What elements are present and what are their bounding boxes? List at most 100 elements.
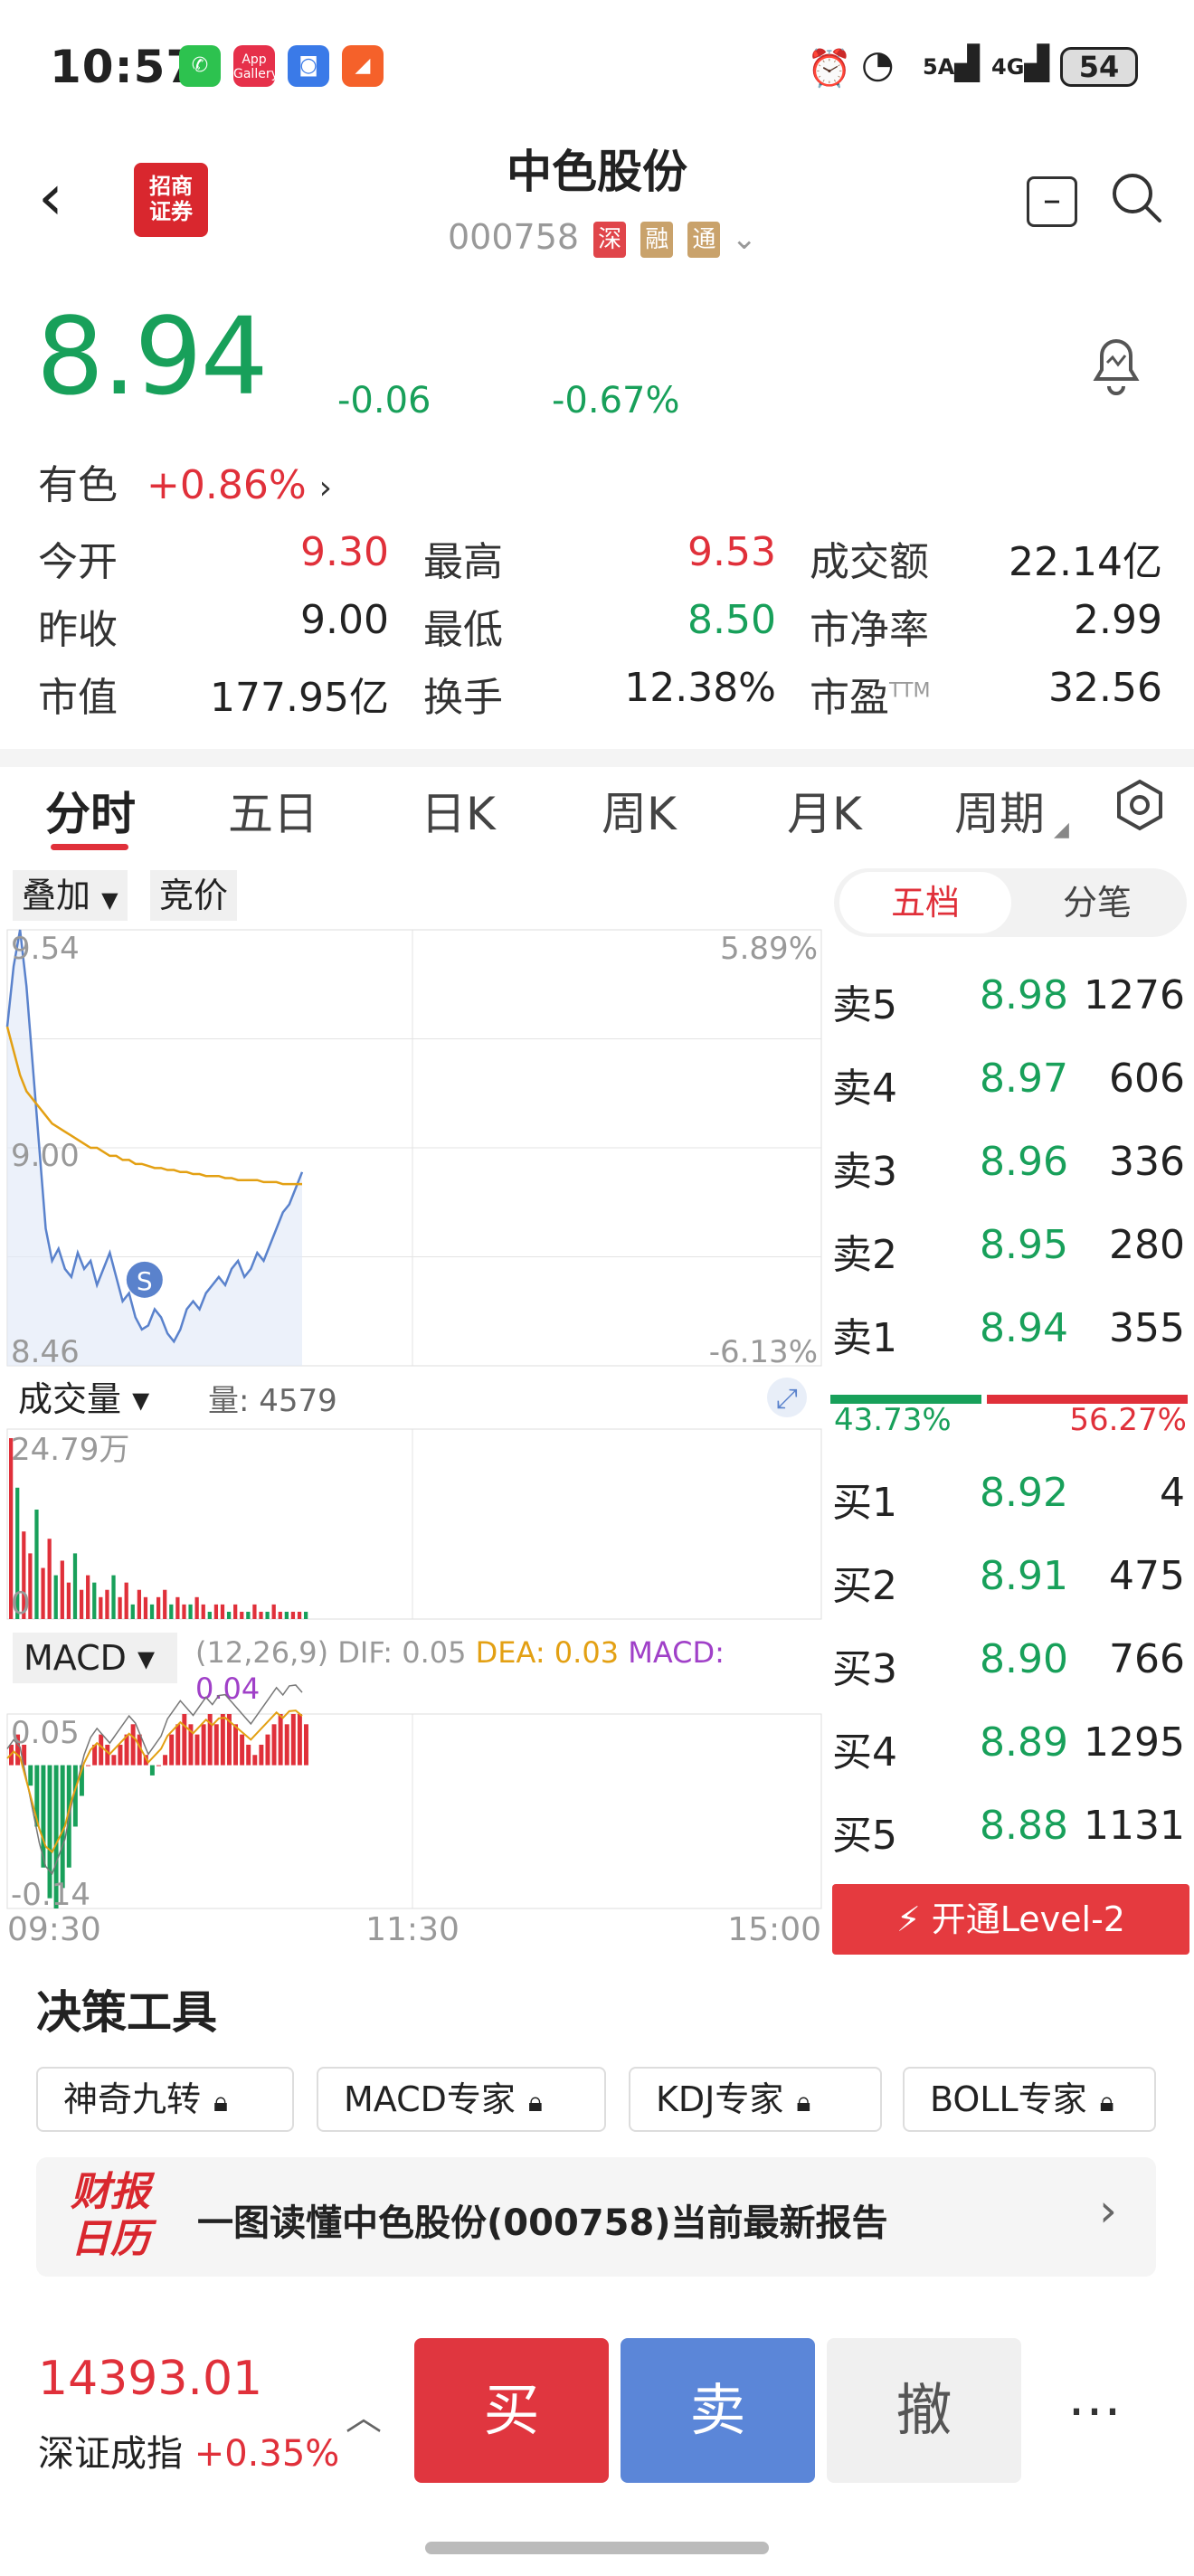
buy-button[interactable]: 买	[414, 2338, 609, 2483]
settings-icon[interactable]	[1113, 778, 1167, 832]
volume-bar	[220, 1604, 225, 1619]
report-text: 一图读懂中色股份(000758)当前最新报告	[197, 2202, 888, 2244]
asks-row-2[interactable]: 卖3 8.96 336	[832, 1139, 1194, 1220]
asks-volume: 336	[1109, 1139, 1185, 1185]
stock-code-row[interactable]: 000758 深 融 通 ⌄	[448, 217, 757, 258]
volume-bar	[41, 1567, 45, 1619]
macd-bar	[252, 1755, 258, 1766]
bids-volume: 1131	[1084, 1803, 1185, 1849]
search-icon[interactable]	[1111, 172, 1163, 224]
volume-bar	[105, 1589, 109, 1619]
tab-0[interactable]: 分时	[45, 778, 136, 843]
corner-triangle-icon: ◢	[1054, 819, 1069, 841]
volume-value: 量: 4579	[208, 1383, 337, 1419]
macd-bar	[201, 1724, 206, 1766]
expand-glyph: ⤢	[776, 1383, 798, 1415]
sell-button[interactable]: 卖	[621, 2338, 815, 2483]
price-alert-icon[interactable]	[1084, 330, 1149, 395]
bids-volume: 475	[1109, 1553, 1185, 1599]
bids-row-0[interactable]: 买1 8.92 4	[832, 1470, 1194, 1551]
tool-chip-0[interactable]: 神奇九转 🔒︎	[36, 2067, 294, 2132]
tool-chip-label: MACD专家	[344, 2079, 516, 2119]
asks-label: 卖4	[832, 1065, 897, 1112]
bids-row-4[interactable]: 买5 8.88 1131	[832, 1803, 1194, 1884]
price-change-pct: -0.67%	[552, 380, 680, 421]
bids-volume: 1295	[1084, 1719, 1185, 1766]
volume-min-label: 0	[11, 1586, 31, 1622]
bids-row-2[interactable]: 买3 8.90 766	[832, 1636, 1194, 1718]
report-calendar-logo: 财报 日历	[71, 2169, 170, 2263]
volume-bar	[86, 1575, 90, 1619]
tool-chip-label: BOLL专家	[930, 2079, 1087, 2119]
tool-chip-1[interactable]: MACD专家 🔒︎	[317, 2067, 606, 2132]
bids-row-3[interactable]: 买4 8.89 1295	[832, 1719, 1194, 1801]
pct-low-label: -6.13%	[709, 1334, 818, 1370]
app-icon-blue: ◙	[288, 45, 329, 87]
minimize-icon[interactable]: –	[1027, 176, 1077, 227]
more-icon[interactable]: ⋯	[1067, 2379, 1122, 2442]
index-row[interactable]: 深证成指 +0.35%	[38, 2424, 339, 2477]
signal-4g-icon: 4G▟	[991, 45, 1050, 82]
asks-label: 卖3	[832, 1149, 897, 1195]
volume-bar	[188, 1604, 193, 1619]
asks-row-0[interactable]: 卖5 8.98 1276	[832, 972, 1194, 1054]
auction-toggle[interactable]: 竞价	[150, 870, 238, 921]
chevron-up-icon[interactable]: ︿	[346, 2388, 382, 2440]
asks-price: 8.98	[980, 972, 1068, 1018]
battery-level: 54	[1078, 50, 1120, 84]
home-indicator[interactable]	[425, 2542, 769, 2554]
stock-code: 000758	[448, 217, 580, 257]
cancel-button[interactable]: 撤	[827, 2338, 1021, 2483]
bids-row-1[interactable]: 买2 8.91 475	[832, 1553, 1194, 1634]
asks-price: 8.96	[980, 1139, 1068, 1185]
bids-price: 8.90	[980, 1636, 1068, 1682]
macd-bar	[213, 1724, 219, 1766]
asks-row-1[interactable]: 卖4 8.97 606	[832, 1056, 1194, 1137]
asks-row-4[interactable]: 卖1 8.94 355	[832, 1305, 1194, 1387]
bids-label: 买1	[832, 1480, 897, 1526]
asks-volume: 1276	[1084, 972, 1185, 1018]
app-gallery-icon: App Gallery	[233, 45, 279, 87]
tab-3[interactable]: 周K	[602, 778, 677, 843]
macd-bar	[28, 1765, 33, 1786]
stat-value-1: 9.53	[687, 529, 776, 575]
pe-ttm-label: TTM	[889, 679, 931, 703]
volume-bar	[149, 1604, 155, 1619]
tool-chip-2[interactable]: KDJ专家 🔒︎	[629, 2067, 882, 2132]
macd-bar	[246, 1744, 251, 1766]
pct-high-label: 5.89%	[720, 931, 818, 967]
tab-1[interactable]: 五日	[228, 778, 318, 843]
report-logo-top: 财报	[71, 2169, 150, 2215]
tab-4[interactable]: 月K	[787, 778, 862, 843]
level2-button[interactable]: ⚡ 开通Level-2	[832, 1884, 1189, 1955]
sector-row[interactable]: 有色 +0.86% ›	[38, 452, 332, 510]
intraday-chart[interactable]: S 9.54 9.00 8.46 5.89% -6.13% 成交量 ▾ 量: 4579 ⤢ 24.…	[0, 923, 828, 1945]
y-high-label: 9.54	[11, 931, 80, 967]
volume-bar	[163, 1589, 167, 1619]
tab-ticks[interactable]: 分笔	[1011, 872, 1183, 933]
volume-bar	[92, 1582, 97, 1619]
asks-row-3[interactable]: 卖2 8.95 280	[832, 1222, 1194, 1303]
volume-bar	[124, 1582, 128, 1619]
tool-chip-3[interactable]: BOLL专家 🔒︎	[903, 2067, 1156, 2132]
chevron-right-icon: ›	[1099, 2184, 1117, 2237]
tab-5[interactable]: 周期	[954, 778, 1045, 843]
volume-bar	[169, 1604, 174, 1619]
macd-bar	[297, 1714, 302, 1766]
stat-label-8: 市盈TTM	[810, 675, 931, 721]
signal-5g-label: 5A	[923, 54, 955, 80]
macd-min-label: -0.14	[11, 1877, 90, 1913]
volume-bar	[290, 1611, 296, 1619]
macd-bar	[105, 1744, 110, 1766]
battery-icon: 54	[1060, 47, 1138, 87]
volume-bar	[34, 1509, 39, 1619]
sell-ratio: 56.27%	[1069, 1402, 1187, 1438]
overlay-dropdown[interactable]: 叠加 ▼	[13, 870, 128, 921]
tab-five-levels[interactable]: 五档	[839, 872, 1011, 933]
tab-2[interactable]: 日K	[421, 778, 496, 843]
macd-bar	[240, 1734, 245, 1766]
volume-max-label: 24.79万	[11, 1432, 129, 1468]
bids-volume: 4	[1160, 1470, 1185, 1516]
macd-bar	[278, 1714, 283, 1766]
volume-bar	[156, 1596, 161, 1619]
